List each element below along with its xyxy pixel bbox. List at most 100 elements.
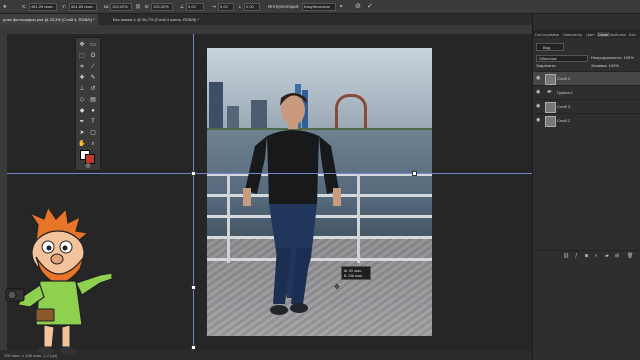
- guide-vertical[interactable]: [193, 34, 194, 350]
- tab-document-2[interactable]: Без имени-1 @ 66,7% (Слой 4 копия, RGB/8…: [110, 14, 202, 25]
- layer-thumbnail: [545, 102, 556, 113]
- y-label: Y:: [62, 4, 67, 9]
- trash-icon[interactable]: 🗑: [627, 253, 633, 259]
- layers-panel-footer: ⛓ ƒ ◙ ◐ ▰ ⊞ 🗑: [533, 250, 640, 263]
- layer-name: Слой 3: [557, 104, 571, 109]
- visibility-eye-icon[interactable]: ◉: [536, 89, 540, 95]
- blend-mode-select[interactable]: Обычные: [536, 55, 588, 62]
- w-field[interactable]: 100,00%: [110, 3, 132, 11]
- folder-icon: ▰: [547, 89, 552, 95]
- link-icon[interactable]: ⛓: [135, 4, 141, 10]
- blur-tool-icon[interactable]: ◆: [78, 107, 86, 115]
- new-group-icon[interactable]: ▰: [605, 253, 609, 259]
- skew-v-field[interactable]: 0,00: [244, 3, 260, 11]
- new-layer-icon[interactable]: ⊞: [615, 253, 619, 259]
- options-bar: ✥ X: 461,26 пикс. Y: 561,83 пикс. Ш: 100…: [0, 0, 640, 14]
- mask-icon[interactable]: ◙: [585, 253, 588, 259]
- h-field[interactable]: 100,00%: [151, 3, 173, 11]
- quick-mask-icon[interactable]: ◎: [84, 162, 92, 170]
- pen-tool-icon[interactable]: ✒: [78, 118, 86, 126]
- layer-name: Слой 2: [557, 118, 571, 123]
- link-layers-icon[interactable]: ⛓: [563, 253, 569, 259]
- tab-color[interactable]: Цвет: [586, 32, 595, 37]
- eyedropper-tool-icon[interactable]: ⁄: [89, 63, 97, 71]
- w-label: Ш:: [104, 4, 110, 9]
- zoom-tool-icon[interactable]: ⌕: [89, 140, 97, 148]
- tab-channels[interactable]: Кан: [629, 32, 636, 37]
- fill-value[interactable]: 100%: [609, 63, 619, 68]
- fx-icon[interactable]: ƒ: [575, 253, 578, 259]
- tab-histogram[interactable]: Гистограмма: [535, 32, 559, 37]
- angle-icon: ∠: [180, 4, 185, 9]
- crop-tool-icon[interactable]: ⌗: [78, 63, 86, 71]
- transform-handle[interactable]: [191, 285, 196, 290]
- interpolation-label: Интерполяция:: [268, 4, 300, 9]
- skew-h-icon: ⇥: [212, 4, 216, 9]
- visibility-eye-icon[interactable]: ◉: [536, 117, 540, 123]
- tab-document-1[interactable]: роза фотографии.psd @ 33,3% (Слой 4, RGB…: [0, 14, 98, 25]
- tooltip-width: Ш: 50 пикс.: [344, 269, 363, 273]
- angle-field[interactable]: 0,00: [186, 3, 204, 11]
- warp-icon[interactable]: ⌗: [340, 4, 343, 9]
- brush-tool-icon[interactable]: ✎: [89, 74, 97, 82]
- layer-thumbnail: [545, 116, 556, 127]
- visibility-eye-icon[interactable]: ◉: [536, 103, 540, 109]
- y-field[interactable]: 561,83 пикс.: [69, 3, 97, 11]
- dodge-tool-icon[interactable]: ●: [89, 107, 97, 115]
- guide-horizontal[interactable]: [7, 173, 532, 174]
- layer-row[interactable]: ◉ Слой 3: [533, 99, 640, 113]
- healing-tool-icon[interactable]: ✚: [78, 74, 86, 82]
- marquee-tool-icon[interactable]: ⬚: [78, 52, 86, 60]
- visibility-eye-icon[interactable]: ◉: [536, 75, 540, 81]
- layer-thumbnail: [545, 74, 556, 85]
- opacity-label: Непрозрачность:: [591, 55, 623, 60]
- h-label: В:: [145, 4, 150, 9]
- tooltip-height: В: 208 пикс.: [344, 274, 364, 278]
- layer-name: Группа 1: [557, 90, 574, 95]
- layer-row[interactable]: ◉ Слой 2: [533, 113, 640, 127]
- fill-label: Заливка:: [591, 63, 608, 68]
- move-tool-icon[interactable]: ✥: [78, 41, 86, 49]
- shape-tool-icon[interactable]: ▢: [89, 129, 97, 137]
- stamp-tool-icon[interactable]: ⊥: [78, 85, 86, 93]
- lock-label: Закрепить:: [536, 63, 557, 68]
- lasso-tool-icon[interactable]: ʘ: [89, 52, 97, 60]
- layers-panel: Гистограмма Навигатор Цвет Слои Свойства…: [532, 14, 640, 360]
- artboard-tool-icon[interactable]: ▭: [89, 41, 97, 49]
- layer-row[interactable]: ◉ Слой 4: [533, 71, 640, 85]
- history-brush-icon[interactable]: ↺: [89, 85, 97, 93]
- cancel-icon[interactable]: ⊘: [355, 2, 361, 10]
- tab-layers[interactable]: Слои: [597, 31, 609, 37]
- layer-row[interactable]: ◉ ▰ Группа 1: [533, 85, 640, 99]
- type-tool-icon[interactable]: T: [89, 118, 97, 126]
- layer-name: Слой 4: [557, 76, 571, 81]
- cursor-icon: ✥: [334, 284, 340, 291]
- move-tool-icon[interactable]: ✥: [3, 4, 7, 10]
- cartoon-mascot: [5, 205, 113, 355]
- layer-kind-filter[interactable]: Вид: [536, 43, 564, 51]
- eraser-tool-icon[interactable]: ◇: [78, 96, 86, 104]
- interpolation-select[interactable]: Бикубическая: [302, 3, 336, 11]
- path-selection-icon[interactable]: ➤: [78, 129, 86, 137]
- person-figure: [243, 93, 341, 315]
- opacity-value[interactable]: 100%: [624, 55, 634, 60]
- fill-control[interactable]: Заливка: 100%: [591, 63, 619, 68]
- checkmark-icon[interactable]: ✓: [367, 2, 373, 10]
- x-field[interactable]: 461,26 пикс.: [29, 3, 57, 11]
- hand-tool-icon[interactable]: ✋: [78, 140, 86, 148]
- panel-tabs: Гистограмма Навигатор Цвет Слои Свойства…: [533, 30, 640, 38]
- skew-v-icon: ⇣: [238, 4, 242, 9]
- skew-h-field[interactable]: 0,00: [218, 3, 234, 11]
- opacity-control[interactable]: Непрозрачность: 100%: [591, 55, 634, 60]
- photo-layer[interactable]: [207, 48, 432, 336]
- adjustment-icon[interactable]: ◐: [595, 253, 598, 259]
- toolbox: ✥ ▭ ⬚ ʘ ⌗ ⁄ ✚ ✎ ⊥ ↺ ◇ ▤ ◆ ● ✒ T ➤ ▢ ✋ ⌕ …: [75, 37, 101, 171]
- tab-properties[interactable]: Свойства: [608, 32, 626, 37]
- transform-tooltip: Ш: 50 пикс. В: 208 пикс.: [341, 266, 371, 280]
- document-tabs: роза фотографии.psd @ 33,3% (Слой 4, RGB…: [0, 14, 532, 25]
- transform-handle[interactable]: [412, 171, 417, 176]
- x-label: X:: [22, 4, 27, 9]
- tab-navigator[interactable]: Навигатор: [563, 32, 582, 37]
- gradient-tool-icon[interactable]: ▤: [89, 96, 97, 104]
- transform-handle[interactable]: [191, 171, 196, 176]
